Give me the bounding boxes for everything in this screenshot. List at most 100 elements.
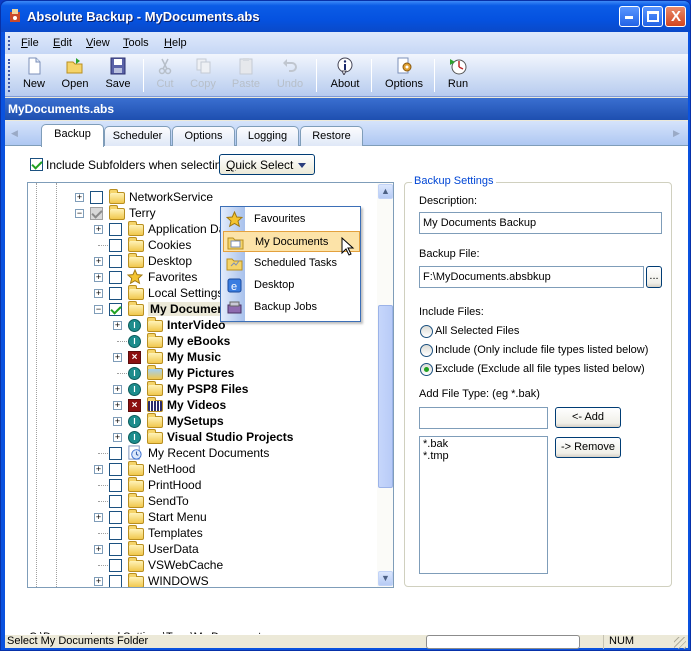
tree-node-checkbox[interactable] [109,271,122,284]
tree-node[interactable]: + I My PSP8 Files [28,381,373,397]
about-button[interactable]: About [327,57,363,95]
tree-node-checkbox[interactable] [109,575,122,587]
run-button[interactable]: Run [444,57,472,95]
file-type-item[interactable]: *.tmp [423,450,544,462]
description-input[interactable]: My Documents Backup [419,212,662,234]
quick-select-favourites[interactable]: Favourites [223,209,360,230]
expand-icon[interactable]: + [113,401,122,410]
tree-node-checkbox[interactable]: I [128,319,141,332]
quick-select-my-documents[interactable]: My Documents [223,231,360,256]
tree-node-checkbox[interactable] [109,511,122,524]
tab-scheduler[interactable]: Scheduler [104,126,171,146]
expand-icon[interactable]: + [75,193,84,202]
add-button[interactable]: <- Add [555,407,621,428]
menu-edit[interactable]: Edit [53,37,72,49]
collapse-icon[interactable]: − [94,305,103,314]
expand-icon[interactable]: + [113,433,122,442]
close-button[interactable]: X [665,6,686,27]
tree-node-checkbox[interactable]: × [128,399,141,412]
file-type-item[interactable]: *.bak [423,438,544,450]
options-button[interactable]: Options [382,57,426,95]
menu-grip[interactable] [8,36,11,50]
tree-node-checkbox[interactable] [90,207,103,220]
tree-node[interactable]: + UserData [28,541,373,557]
tree-node-checkbox[interactable] [109,479,122,492]
tab-scroll-left-icon[interactable]: ◀ [11,128,18,139]
tree-node[interactable]: + × My Music [28,349,373,365]
tree-node-checkbox[interactable]: × [128,351,141,364]
tree-node[interactable]: SendTo [28,493,373,509]
tab-scroll-right-icon[interactable]: ▶ [673,128,680,139]
tree-node-checkbox[interactable]: I [128,367,141,380]
tree-node[interactable]: + WINDOWS [28,573,373,587]
tree-node[interactable]: I My eBooks [28,333,373,349]
expand-icon[interactable]: + [94,289,103,298]
tab-logging[interactable]: Logging [236,126,299,146]
tree-node-checkbox[interactable]: I [128,335,141,348]
tree-node[interactable]: + I Visual Studio Projects [28,429,373,445]
scroll-up-button[interactable]: ▲ [378,184,393,199]
tree-node-checkbox[interactable] [109,255,122,268]
tree-node-checkbox[interactable] [109,223,122,236]
minimize-button[interactable] [619,6,640,27]
tree-node-checkbox[interactable] [109,303,122,316]
backup-file-input[interactable]: F:\MyDocuments.absbkup [419,266,644,288]
radio-include[interactable] [420,344,433,357]
collapse-icon[interactable]: − [75,209,84,218]
expand-icon[interactable]: + [113,353,122,362]
tree-node[interactable]: + NetHood [28,461,373,477]
tree-node-checkbox[interactable] [109,287,122,300]
tree-node[interactable]: Templates [28,525,373,541]
browse-button[interactable]: ... [646,266,662,288]
tree-node-checkbox[interactable]: I [128,383,141,396]
tree-node-checkbox[interactable] [109,239,122,252]
tree-node[interactable]: + × My Videos [28,397,373,413]
expand-icon[interactable]: + [94,513,103,522]
tab-options[interactable]: Options [172,126,235,146]
open-button[interactable]: Open [59,57,91,95]
menu-tools[interactable]: Tools [123,37,149,49]
file-type-list[interactable]: *.bak *.tmp [419,436,548,574]
tab-backup[interactable]: Backup [41,124,104,147]
quick-select-scheduled-tasks[interactable]: Scheduled Tasks [223,253,360,274]
tab-restore[interactable]: Restore [300,126,363,146]
expand-icon[interactable]: + [94,465,103,474]
quick-select-button[interactable]: Quick Select [219,154,315,175]
expand-icon[interactable]: + [94,225,103,234]
expand-icon[interactable]: + [113,321,122,330]
tree-node[interactable]: My Recent Documents [28,445,373,461]
resize-grip[interactable] [674,637,686,649]
tree-node-checkbox[interactable] [109,447,122,460]
copy-button[interactable]: Copy [188,57,218,95]
expand-icon[interactable]: + [113,385,122,394]
save-button[interactable]: Save [103,57,133,95]
undo-button[interactable]: Undo [275,57,305,95]
menu-file[interactable]: File [21,37,39,49]
tree-node-checkbox[interactable] [109,559,122,572]
title-bar[interactable]: Absolute Backup - MyDocuments.abs X [1,1,690,32]
tree-node-checkbox[interactable] [109,543,122,556]
tree-node-checkbox[interactable]: I [128,415,141,428]
scroll-thumb[interactable] [378,305,393,488]
tree-node[interactable]: + Start Menu [28,509,373,525]
scroll-down-button[interactable]: ▼ [378,571,393,586]
radio-all-selected-files[interactable] [420,325,433,338]
include-subfolders-checkbox[interactable] [30,158,43,171]
tree-node-checkbox[interactable] [109,495,122,508]
tree-scrollbar[interactable]: ▲ ▼ [377,183,393,587]
quick-select-backup-jobs[interactable]: Backup Jobs [223,297,360,318]
remove-button[interactable]: -> Remove [555,437,621,458]
tree-node[interactable]: + NetworkService [28,189,373,205]
cut-button[interactable]: Cut [152,57,178,95]
tree-node[interactable]: + I MySetups [28,413,373,429]
new-button[interactable]: New [19,57,49,95]
expand-icon[interactable]: + [94,257,103,266]
menu-help[interactable]: Help [164,37,187,49]
tree-node-checkbox[interactable] [90,191,103,204]
expand-icon[interactable]: + [94,577,103,586]
tree-node-checkbox[interactable]: I [128,431,141,444]
toolbar-grip[interactable] [8,59,11,92]
tree-node[interactable]: I My Pictures [28,365,373,381]
tree-node[interactable]: VSWebCache [28,557,373,573]
radio-exclude[interactable] [420,363,433,376]
